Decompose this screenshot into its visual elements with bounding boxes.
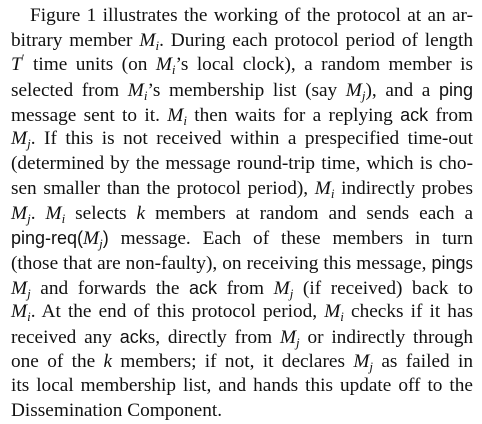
math-symbol-base: M [11,277,28,299]
math-symbol-base: M [353,350,370,372]
text-run: message. Each of these members in turn [108,228,473,250]
math-symbol: Mj [353,350,373,373]
text-run: message sent to it. [11,104,168,126]
math-symbol-base: M [11,128,28,150]
math-symbol-base: M [279,326,296,348]
protocol-message-name: ping [438,80,473,101]
text-run: checks if it has [343,301,474,323]
math-symbol: Mi [45,202,66,225]
text-line: Dissemination Component. [11,399,473,424]
text-run: Figure 1 illustrates the working of the … [30,5,473,26]
math-symbol-base: M [345,80,362,102]
text-line: Figure 1 illustrates the working of the … [11,4,473,29]
protocol-message-name: ping [431,252,466,273]
text-line: (those that are non-faulty), on receivin… [11,251,473,276]
text-line: (determined by the message round-trip ti… [11,152,473,177]
math-symbol-base: M [324,301,341,323]
math-symbol: Mj [273,277,294,300]
text-line: Mj and forwards the ack from Mj (if rece… [11,276,473,301]
math-symbol: Mj [279,326,300,349]
text-line: Mj. If this is not received within a pre… [11,127,473,152]
text-line: received any acks, directly from Mj or i… [11,325,473,350]
text-run: then waits for a replying [186,104,401,126]
text-run: ), and a [365,80,439,102]
protocol-message-name: ping-req( [11,228,84,249]
text-line: its local membership list, and hands thi… [11,374,473,399]
text-run: received any [11,326,120,348]
math-symbol: Mj [83,228,103,250]
text-run: indirectly probes [334,177,473,199]
text-run: from [428,104,473,126]
text-run: members; if not, it declares [112,350,354,372]
math-symbol: Mi [155,54,176,76]
text-run: . If this is not received within a presp… [30,128,473,150]
protocol-message-name: ack [188,277,217,298]
math-symbol: Mj [11,128,31,150]
math-symbol: Mi [139,29,159,52]
text-run: members at random and sends each a [145,202,474,224]
math-symbol-base: M [314,177,331,199]
text-run: selects [65,202,137,224]
math-symbol: Mj [11,277,31,300]
text-run: (determined by the message round-trip ti… [11,153,473,175]
text-line: bitrary member Mi. During each protocol … [11,29,473,54]
text-run: ’s membership list (say [147,80,346,102]
text-run: its local membership list, and hands thi… [11,375,473,397]
math-symbol-base: M [127,80,144,102]
math-symbol: k [104,351,113,372]
text-run: . [30,202,46,224]
text-line: sen smaller than the protocol period), M… [11,177,473,202]
text-run: or indirectly through [299,326,474,348]
text-run: bitrary member [11,29,140,51]
math-symbol: Mi [167,104,187,127]
math-symbol-base: k [136,202,146,224]
math-symbol-base: M [155,54,172,76]
math-symbol: Mi [314,177,335,200]
text-line: selected from Mi’s membership list (say … [11,78,473,103]
text-run: (those that are non-faulty), on receivin… [11,252,432,274]
math-symbol-base: T [11,54,22,76]
text-run: and forwards the [30,277,189,299]
text-run: s, directly from [147,326,280,348]
math-symbol-base: k [103,350,113,372]
text-line: ping-req(Mj) message. Each of these memb… [11,226,473,251]
body-paragraph: Figure 1 illustrates the working of the … [11,4,473,424]
text-run: Dissemination Component. [11,400,223,421]
document-page: Figure 1 illustrates the working of the … [0,0,482,421]
math-symbol-base: M [139,29,156,51]
protocol-message-name: ack [400,104,429,125]
text-run: time units (on [24,54,156,76]
text-run: sen smaller than the protocol period), [11,177,315,199]
math-symbol-base: M [11,202,28,224]
text-line: Mj. Mi selects k members at random and s… [11,202,473,227]
math-symbol: Mi [11,301,31,323]
text-run: (if received) back to [293,277,473,299]
text-run: . At the end of this protocol period, [30,301,325,323]
text-run: as failed in [373,350,473,372]
math-symbol-base: M [83,228,100,250]
text-line: one of the k members; if not, it declare… [11,350,473,375]
math-symbol: Mi [127,80,148,102]
text-run: . During each protocol period of length [159,29,473,51]
text-run: ’s local clock), a random member is [175,54,473,76]
text-line: Mi. At the end of this protocol period, … [11,300,473,325]
math-symbol: Mi [324,301,344,323]
math-symbol: T′ [11,52,25,76]
math-symbol: Mj [345,80,366,102]
math-symbol-base: M [45,202,62,224]
text-line: T′ time units (on Mi’s local clock), a r… [11,52,473,78]
text-line: message sent to it. Mi then waits for a … [11,103,473,128]
text-run: selected from [11,80,128,102]
math-symbol-base: M [167,104,184,126]
text-run: one of the [11,350,104,372]
math-symbol: Mj [11,202,31,225]
protocol-message-name: ack [119,326,148,347]
text-run: s [465,252,473,274]
text-run: from [216,277,274,299]
math-symbol-base: M [11,301,28,323]
math-symbol: k [137,203,146,224]
math-symbol-base: M [273,277,290,299]
